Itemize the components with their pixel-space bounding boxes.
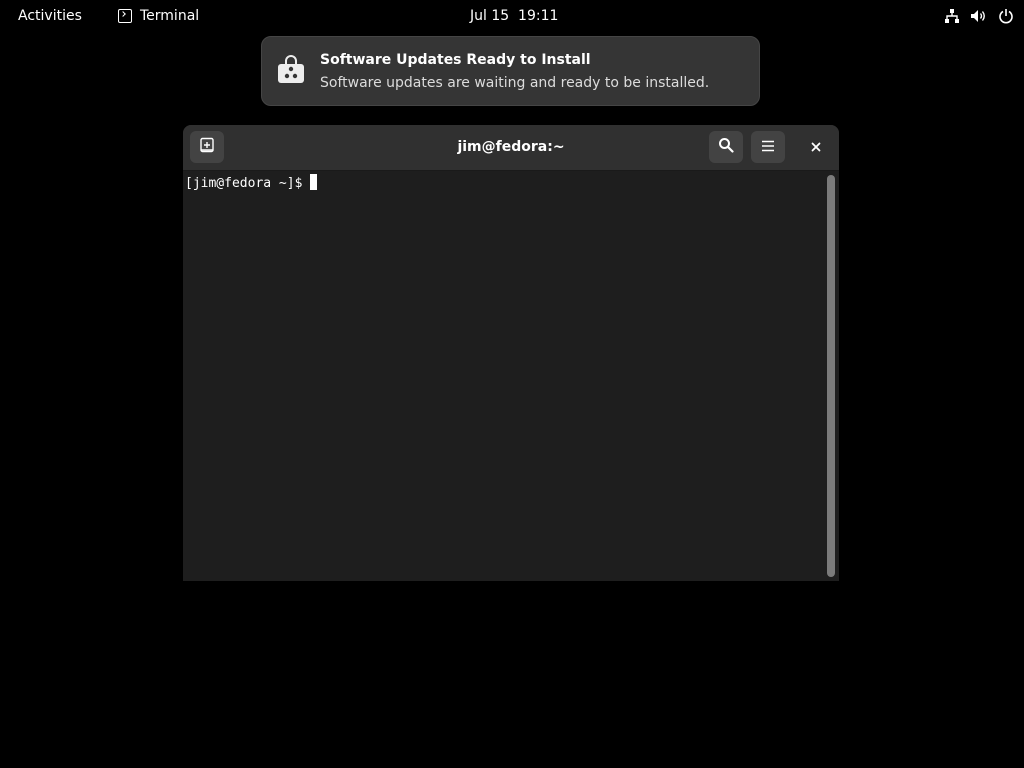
- activities-button[interactable]: Activities: [8, 4, 92, 28]
- terminal-icon: [118, 9, 132, 23]
- search-icon: [718, 137, 734, 157]
- main-menu-button[interactable]: [751, 131, 785, 163]
- software-store-icon: [276, 55, 306, 85]
- scrollbar-thumb[interactable]: [827, 175, 835, 577]
- notification-body: Software updates are waiting and ready t…: [320, 75, 710, 91]
- volume-icon: [970, 8, 988, 24]
- app-menu-label: Terminal: [140, 8, 200, 24]
- app-menu-button[interactable]: Terminal: [112, 4, 205, 28]
- window-headerbar[interactable]: jim@fedora:~: [183, 125, 839, 171]
- close-button[interactable]: [804, 135, 828, 159]
- terminal-area[interactable]: [jim@fedora ~]$: [183, 171, 839, 581]
- notification-banner[interactable]: Software Updates Ready to Install Softwa…: [261, 36, 760, 106]
- clock-button[interactable]: Jul 15 19:11: [462, 4, 566, 28]
- hamburger-menu-icon: [761, 138, 775, 157]
- terminal-window: jim@fedora:~ [jim@fedora ~]$: [183, 125, 839, 581]
- shell-prompt: [jim@fedora ~]$: [185, 176, 303, 191]
- scrollbar[interactable]: [827, 175, 835, 577]
- system-status-menu[interactable]: [944, 4, 1014, 28]
- network-icon: [944, 8, 960, 24]
- close-icon: [810, 138, 822, 157]
- new-tab-icon: [199, 137, 215, 157]
- power-icon: [998, 8, 1014, 24]
- notification-title: Software Updates Ready to Install: [320, 52, 591, 68]
- search-button[interactable]: [709, 131, 743, 163]
- top-bar: Activities Terminal Jul 15 19:11: [0, 0, 1024, 32]
- new-tab-button[interactable]: [190, 131, 224, 163]
- terminal-output: [jim@fedora ~]$: [185, 174, 318, 192]
- text-cursor: [310, 174, 318, 190]
